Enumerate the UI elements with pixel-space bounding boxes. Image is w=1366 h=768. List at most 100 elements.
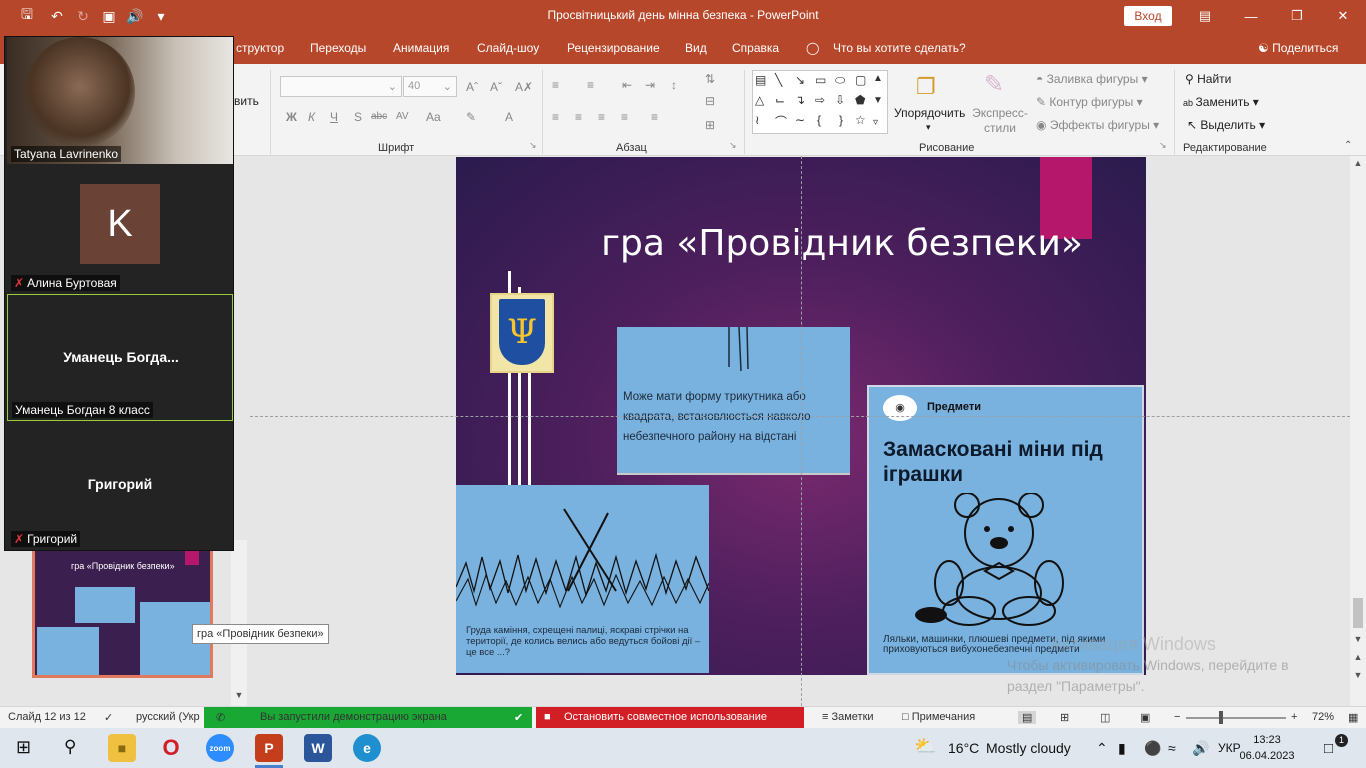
replace-button[interactable]: ab Заменить ▾ xyxy=(1183,95,1259,109)
clear-format-icon[interactable]: A✗ xyxy=(515,80,533,94)
decrease-indent-icon[interactable]: ⇤ xyxy=(622,78,632,92)
microphone-icon[interactable]: ⚫ xyxy=(1144,740,1161,757)
textbox-shape-icon[interactable]: ▤ xyxy=(755,73,766,87)
redo-icon[interactable]: ↻ xyxy=(70,0,96,32)
select-button[interactable]: ↖ Выделить ▾ xyxy=(1187,118,1265,132)
slide-title[interactable]: гра «Провідник безпеки» xyxy=(592,223,1092,264)
drawing-dialog-launcher-icon[interactable]: ↘ xyxy=(1159,140,1167,151)
language-indicator[interactable]: русский (Укр xyxy=(136,711,200,723)
restore-icon[interactable]: ❐ xyxy=(1274,0,1320,32)
connector-shape-icon[interactable]: ↴ xyxy=(795,93,805,107)
font-size-box[interactable]: 40 ⌄ xyxy=(403,76,457,97)
collapse-ribbon-icon[interactable]: ⌃ xyxy=(1344,140,1352,151)
horizontal-guide[interactable] xyxy=(250,416,1350,417)
spellcheck-icon[interactable]: ✓ xyxy=(104,711,113,724)
tab-help[interactable]: Справка xyxy=(732,41,779,55)
line-spacing-icon[interactable]: ↕ xyxy=(671,78,677,92)
file-explorer-icon[interactable]: ■ xyxy=(108,734,136,762)
underline-button[interactable]: Ч xyxy=(330,110,338,124)
scroll-up-icon[interactable]: ▲ xyxy=(1350,158,1366,168)
numbering-icon[interactable]: ≡ xyxy=(587,78,594,92)
notes-button[interactable]: ≡ Заметки xyxy=(822,711,874,723)
word-icon[interactable]: W xyxy=(304,734,332,762)
zoom-app-icon[interactable]: zoom xyxy=(206,734,234,762)
shape-fill-button[interactable]: ◓ Заливка фигуры ▾ xyxy=(1036,72,1148,86)
font-dialog-launcher-icon[interactable]: ↘ xyxy=(529,140,537,151)
bullets-icon[interactable]: ≡ xyxy=(552,78,559,92)
powerpoint-icon[interactable]: P xyxy=(255,734,283,762)
reading-view-icon[interactable]: ◫ xyxy=(1100,711,1110,724)
customize-icon[interactable]: ▾ xyxy=(148,0,174,32)
font-family-box[interactable]: ⌄ xyxy=(280,76,402,97)
slide-thumbnail-12[interactable]: гра «Провідник безпеки» xyxy=(32,544,213,678)
zoom-in-icon[interactable]: + xyxy=(1291,711,1297,723)
gallery-up-icon[interactable]: ▲ xyxy=(873,73,883,84)
normal-view-icon[interactable]: ▤ xyxy=(1018,711,1037,724)
windows-start-icon[interactable]: ⊞ xyxy=(16,737,31,758)
scroll-down-icon[interactable]: ▼ xyxy=(231,690,247,700)
shape-outline-button[interactable]: ✎ Контур фигуры ▾ xyxy=(1036,95,1143,109)
opera-icon[interactable]: O xyxy=(157,734,185,762)
thumbnail-scrollbar[interactable]: ▼ xyxy=(231,540,247,706)
volume-icon[interactable]: 🔊 xyxy=(1192,740,1209,757)
edge-icon[interactable]: e xyxy=(353,734,381,762)
clock[interactable]: 13:23 06.04.2023 xyxy=(1236,732,1298,764)
vertical-guide[interactable] xyxy=(801,156,802,706)
info-box-sign[interactable]: Може мати форму трикутника або квадрата,… xyxy=(617,327,850,473)
undo-icon[interactable]: ↶ xyxy=(44,0,70,32)
scroll-thumb[interactable] xyxy=(1353,598,1363,628)
shrink-font-icon[interactable]: Aˇ xyxy=(490,80,502,94)
highlight-icon[interactable]: ✎ xyxy=(466,110,476,124)
paragraph-dialog-launcher-icon[interactable]: ↘ xyxy=(729,140,737,151)
comments-button[interactable]: □ Примечания xyxy=(902,711,975,723)
freeform-shape-icon[interactable]: ∼ xyxy=(795,113,805,127)
curve-shape-icon[interactable]: ≀ xyxy=(755,113,760,127)
participant-tile[interactable]: Григорий ✗ Григорий xyxy=(7,422,233,549)
wifi-icon[interactable]: ≈ xyxy=(1168,740,1176,756)
char-spacing-button[interactable]: AV xyxy=(396,111,409,122)
increase-indent-icon[interactable]: ⇥ xyxy=(645,78,655,92)
justify-icon[interactable]: ≡ xyxy=(621,110,628,124)
text-direction-icon[interactable]: ⇅ xyxy=(705,72,715,86)
smartart-icon[interactable]: ⊞ xyxy=(705,118,715,132)
search-icon[interactable]: ⚲ xyxy=(64,737,76,757)
gallery-down-icon[interactable]: ▼ xyxy=(873,95,883,106)
zoom-participants-panel[interactable]: Tatyana Lavrinenko K ✗ Алина Буртовая Ума… xyxy=(4,36,234,551)
triangle-shape-icon[interactable]: △ xyxy=(755,93,764,107)
tell-me-search[interactable]: Что вы хотите сделать? xyxy=(833,41,966,55)
brace-left-shape-icon[interactable]: { xyxy=(817,113,821,127)
font-color-icon[interactable]: A xyxy=(505,110,513,124)
line-shape-icon[interactable]: ╲ xyxy=(775,73,782,87)
strike-button[interactable]: abc xyxy=(371,111,387,122)
scroll-down-icon[interactable]: ▼ xyxy=(1350,634,1366,644)
participant-tile-active[interactable]: Уманець Богда... Уманець Богдан 8 класс xyxy=(7,294,233,421)
tray-chevron-icon[interactable]: ⌃ xyxy=(1096,740,1108,757)
next-slide-icon[interactable]: ▼ xyxy=(1350,670,1366,680)
audio-icon[interactable]: 🔊 xyxy=(122,0,148,32)
zoom-slider-thumb[interactable] xyxy=(1219,711,1223,724)
star-shape-icon[interactable]: ☆ xyxy=(855,113,866,127)
find-button[interactable]: ⚲ Найти xyxy=(1185,72,1231,86)
notifications-icon[interactable]: □ xyxy=(1324,740,1333,757)
right-arrow-shape-icon[interactable]: ⇨ xyxy=(815,93,825,107)
quick-styles-button[interactable]: Экспресс- стили xyxy=(970,106,1030,136)
participant-tile[interactable]: Tatyana Lavrinenko xyxy=(7,37,233,164)
arc-shape-icon[interactable]: ⌒ xyxy=(775,113,787,130)
participant-tile[interactable]: K ✗ Алина Буртовая xyxy=(7,166,233,293)
shape-effects-button[interactable]: ◉ Эффекты фигуры ▾ xyxy=(1036,118,1159,132)
shadow-button[interactable]: S xyxy=(354,110,362,124)
shapes-gallery[interactable]: ▤ ╲ ↘ ▭ ⬭ ▢ △ ⌙ ↴ ⇨ ⇩ ⬟ ≀ ⌒ ∼ { } ☆ ▲ ▼ … xyxy=(752,70,888,134)
change-case-button[interactable]: Aa xyxy=(426,110,441,124)
align-left-icon[interactable]: ≡ xyxy=(552,110,559,124)
arrow-shape-icon[interactable]: ↘ xyxy=(795,73,805,87)
tab-view[interactable]: Вид xyxy=(685,41,707,55)
rounded-rect-shape-icon[interactable]: ▢ xyxy=(855,73,866,87)
zoom-slider[interactable] xyxy=(1186,717,1286,719)
tab-animation[interactable]: Анимация xyxy=(393,41,449,55)
gallery-more-icon[interactable]: ▿ xyxy=(873,117,878,128)
italic-button[interactable]: К xyxy=(308,110,315,124)
present-icon[interactable]: ▣ xyxy=(96,0,122,32)
save-icon[interactable]: 🖫 xyxy=(14,0,40,32)
vertical-scrollbar[interactable]: ▲ ▼ ▲ ▼ xyxy=(1350,156,1366,706)
zoom-level[interactable]: 72% xyxy=(1312,711,1334,723)
